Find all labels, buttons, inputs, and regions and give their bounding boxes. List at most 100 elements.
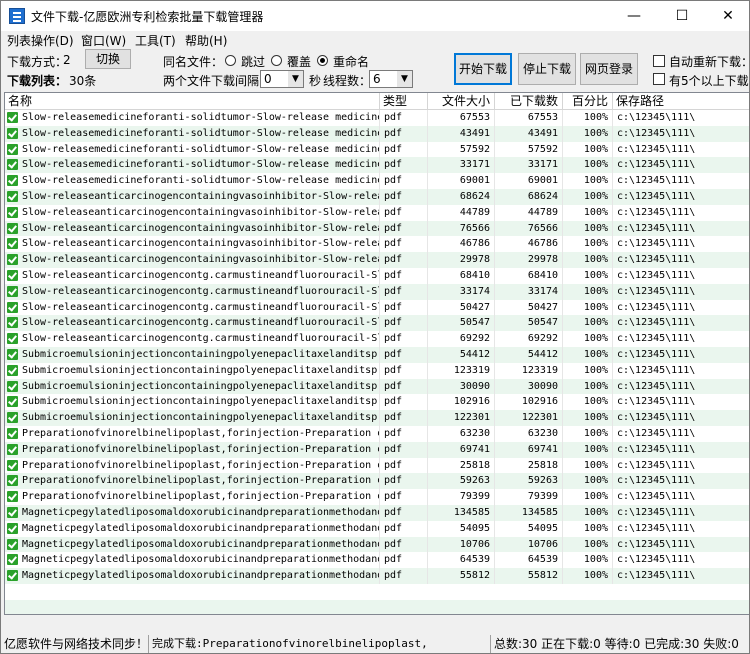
cell-name: Preparationofvinorelbinelipoplast,forinj… (5, 457, 380, 474)
cell-path-text: c:\12345\111\ (617, 238, 696, 250)
auto-restart-checkbox[interactable] (653, 55, 665, 67)
threads-select[interactable]: 6 ▼ (369, 70, 413, 88)
title-bar[interactable]: 文件下载-亿愿欧洲专利检索批量下载管理器 — ☐ ✕ (1, 1, 749, 31)
cell-path: c:\12345\111\ (613, 189, 749, 205)
cell-path-text: c:\12345\111\ (617, 570, 696, 582)
cell-name: Submicroemulsioninjectioncontainingpolye… (5, 378, 380, 395)
cell-size: 69292 (428, 331, 495, 347)
check-icon (7, 348, 18, 360)
table-row[interactable]: Preparationofvinorelbinelipoplast,forinj… (5, 457, 749, 474)
table-row[interactable]: Submicroemulsioninjectioncontainingpolye… (5, 362, 749, 379)
cell-percent-text: 100% (583, 190, 608, 202)
table-row[interactable]: Slow-releasemedicineforanti-solidtumor-S… (5, 173, 749, 189)
cell-size-text: 46786 (459, 238, 490, 250)
table-row[interactable]: Slow-releaseanticarcinogencontainingvaso… (5, 220, 749, 237)
cell-path-text: c:\12345\111\ (617, 348, 696, 360)
cell-size: 50547 (428, 315, 495, 332)
table-row[interactable]: Submicroemulsioninjectioncontainingpolye… (5, 410, 749, 426)
interval-select[interactable]: 0 ▼ (260, 70, 304, 88)
table-row[interactable]: Slow-releaseanticarcinogencontg.carmusti… (5, 267, 749, 284)
table-row[interactable]: Submicroemulsioninjectioncontainingpolye… (5, 346, 749, 363)
radio-skip[interactable] (225, 55, 236, 66)
cell-size: 54095 (428, 520, 495, 537)
cell-size: 43491 (428, 125, 495, 142)
table-row[interactable]: Magneticpegylatedliposomaldoxorubicinand… (5, 520, 749, 537)
cell-type-text: pdf (384, 538, 403, 550)
table-row[interactable]: Slow-releaseanticarcinogencontainingvaso… (5, 252, 749, 268)
table-row[interactable]: Slow-releasemedicineforanti-solidtumor-S… (5, 125, 749, 142)
table-row[interactable]: Submicroemulsioninjectioncontainingpolye… (5, 378, 749, 395)
col-downloaded[interactable]: 已下载数 (495, 93, 563, 109)
table-row[interactable]: Slow-releaseanticarcinogencontainingvaso… (5, 188, 749, 205)
web-login-button[interactable]: 网页登录 (580, 53, 638, 85)
table-row[interactable]: Slow-releaseanticarcinogencontg.carmusti… (5, 331, 749, 347)
cell-size: 122301 (428, 410, 495, 426)
download-mode-value: 2 (63, 53, 71, 67)
table-row[interactable]: Magneticpegylatedliposomaldoxorubicinand… (5, 536, 749, 553)
col-size[interactable]: 文件大小 (428, 93, 495, 109)
cell-size: 29978 (428, 252, 495, 268)
maximize-button[interactable]: ☐ (659, 1, 705, 31)
menu-help[interactable]: 帮助(H) (185, 32, 227, 49)
col-type[interactable]: 类型 (380, 93, 428, 109)
table-row[interactable]: Magneticpegylatedliposomaldoxorubicinand… (5, 552, 749, 569)
minimize-button[interactable]: — (611, 1, 657, 31)
cell-name-text: Slow-releasemedicineforanti-solidtumor-S… (22, 112, 380, 123)
table-row[interactable]: Slow-releaseanticarcinogencontainingvaso… (5, 236, 749, 253)
threads-value: 6 (373, 72, 381, 86)
cell-name-text: Submicroemulsioninjectioncontainingpolye… (22, 348, 380, 360)
table-row[interactable]: Slow-releaseanticarcinogencontg.carmusti… (5, 283, 749, 300)
cell-path: c:\12345\111\ (613, 394, 749, 410)
col-name[interactable]: 名称 (5, 93, 380, 109)
radio-rename[interactable] (317, 55, 328, 66)
cell-size-text: 79399 (459, 491, 490, 503)
more-than-five-label: 有5个以上下载出 (669, 74, 749, 88)
col-path[interactable]: 保存路径 (613, 93, 749, 109)
table-row[interactable]: Magneticpegylatedliposomaldoxorubicinand… (5, 568, 749, 584)
more-than-five-checkbox[interactable] (653, 73, 665, 85)
table-row[interactable]: Magneticpegylatedliposomaldoxorubicinand… (5, 504, 749, 521)
table-row[interactable]: Slow-releaseanticarcinogencontg.carmusti… (5, 299, 749, 316)
menu-list-ops[interactable]: 列表操作(D) (7, 32, 74, 49)
menu-window[interactable]: 窗口(W) (81, 32, 126, 49)
check-icon (7, 554, 18, 566)
cell-size: 64539 (428, 552, 495, 569)
cell-downloaded-text: 54095 (527, 522, 558, 534)
col-percent[interactable]: 百分比 (563, 93, 613, 109)
close-button[interactable]: ✕ (705, 1, 749, 31)
table-row[interactable]: Preparationofvinorelbinelipoplast,forinj… (5, 441, 749, 458)
table-row[interactable]: Slow-releasemedicineforanti-solidtumor-S… (5, 157, 749, 174)
cell-type-text: pdf (384, 333, 403, 345)
cell-path: c:\12345\111\ (613, 252, 749, 268)
table-row[interactable]: Submicroemulsioninjectioncontainingpolye… (5, 394, 749, 411)
check-icon (7, 175, 18, 187)
cell-size-text: 55812 (459, 570, 490, 582)
table-row[interactable]: Slow-releaseanticarcinogencontg.carmusti… (5, 315, 749, 332)
stop-download-button[interactable]: 停止下载 (518, 53, 576, 85)
cell-downloaded-text: 44789 (527, 206, 558, 218)
status-right: 总数:30 正在下载:0 等待:0 已完成:30 失败:0 (494, 637, 739, 651)
cell-downloaded-text: 122301 (521, 412, 558, 424)
start-download-button[interactable]: 开始下载 (454, 53, 512, 85)
table-row[interactable]: Slow-releaseanticarcinogencontainingvaso… (5, 204, 749, 221)
switch-button[interactable]: 切换 (85, 49, 131, 69)
table-row[interactable]: Slow-releasemedicineforanti-solidtumor-S… (5, 110, 749, 126)
cell-percent: 100% (563, 299, 613, 316)
table-row[interactable]: Preparationofvinorelbinelipoplast,forinj… (5, 425, 749, 442)
table-row[interactable]: Preparationofvinorelbinelipoplast,forinj… (5, 473, 749, 490)
radio-overwrite-label: 覆盖 (287, 55, 312, 69)
cell-path-text: c:\12345\111\ (617, 206, 696, 218)
cell-percent-text: 100% (583, 554, 608, 566)
radio-overwrite[interactable] (271, 55, 282, 66)
table-row[interactable]: Preparationofvinorelbinelipoplast,forinj… (5, 489, 749, 505)
cell-name: Slow-releasemedicineforanti-solidtumor-S… (5, 141, 380, 158)
cell-size: 102916 (428, 394, 495, 411)
menu-tools[interactable]: 工具(T) (135, 32, 176, 49)
cell-percent: 100% (563, 568, 613, 584)
cell-name-text: Slow-releaseanticarcinogencontainingvaso… (22, 206, 380, 218)
cell-path: c:\12345\111\ (613, 552, 749, 568)
cell-size: 54412 (428, 346, 495, 363)
cell-percent-text: 100% (583, 427, 608, 439)
table-row[interactable]: Slow-releasemedicineforanti-solidtumor-S… (5, 141, 749, 158)
download-table[interactable]: 名称 类型 文件大小 已下载数 百分比 保存路径 Slow-releasemed… (4, 92, 749, 615)
